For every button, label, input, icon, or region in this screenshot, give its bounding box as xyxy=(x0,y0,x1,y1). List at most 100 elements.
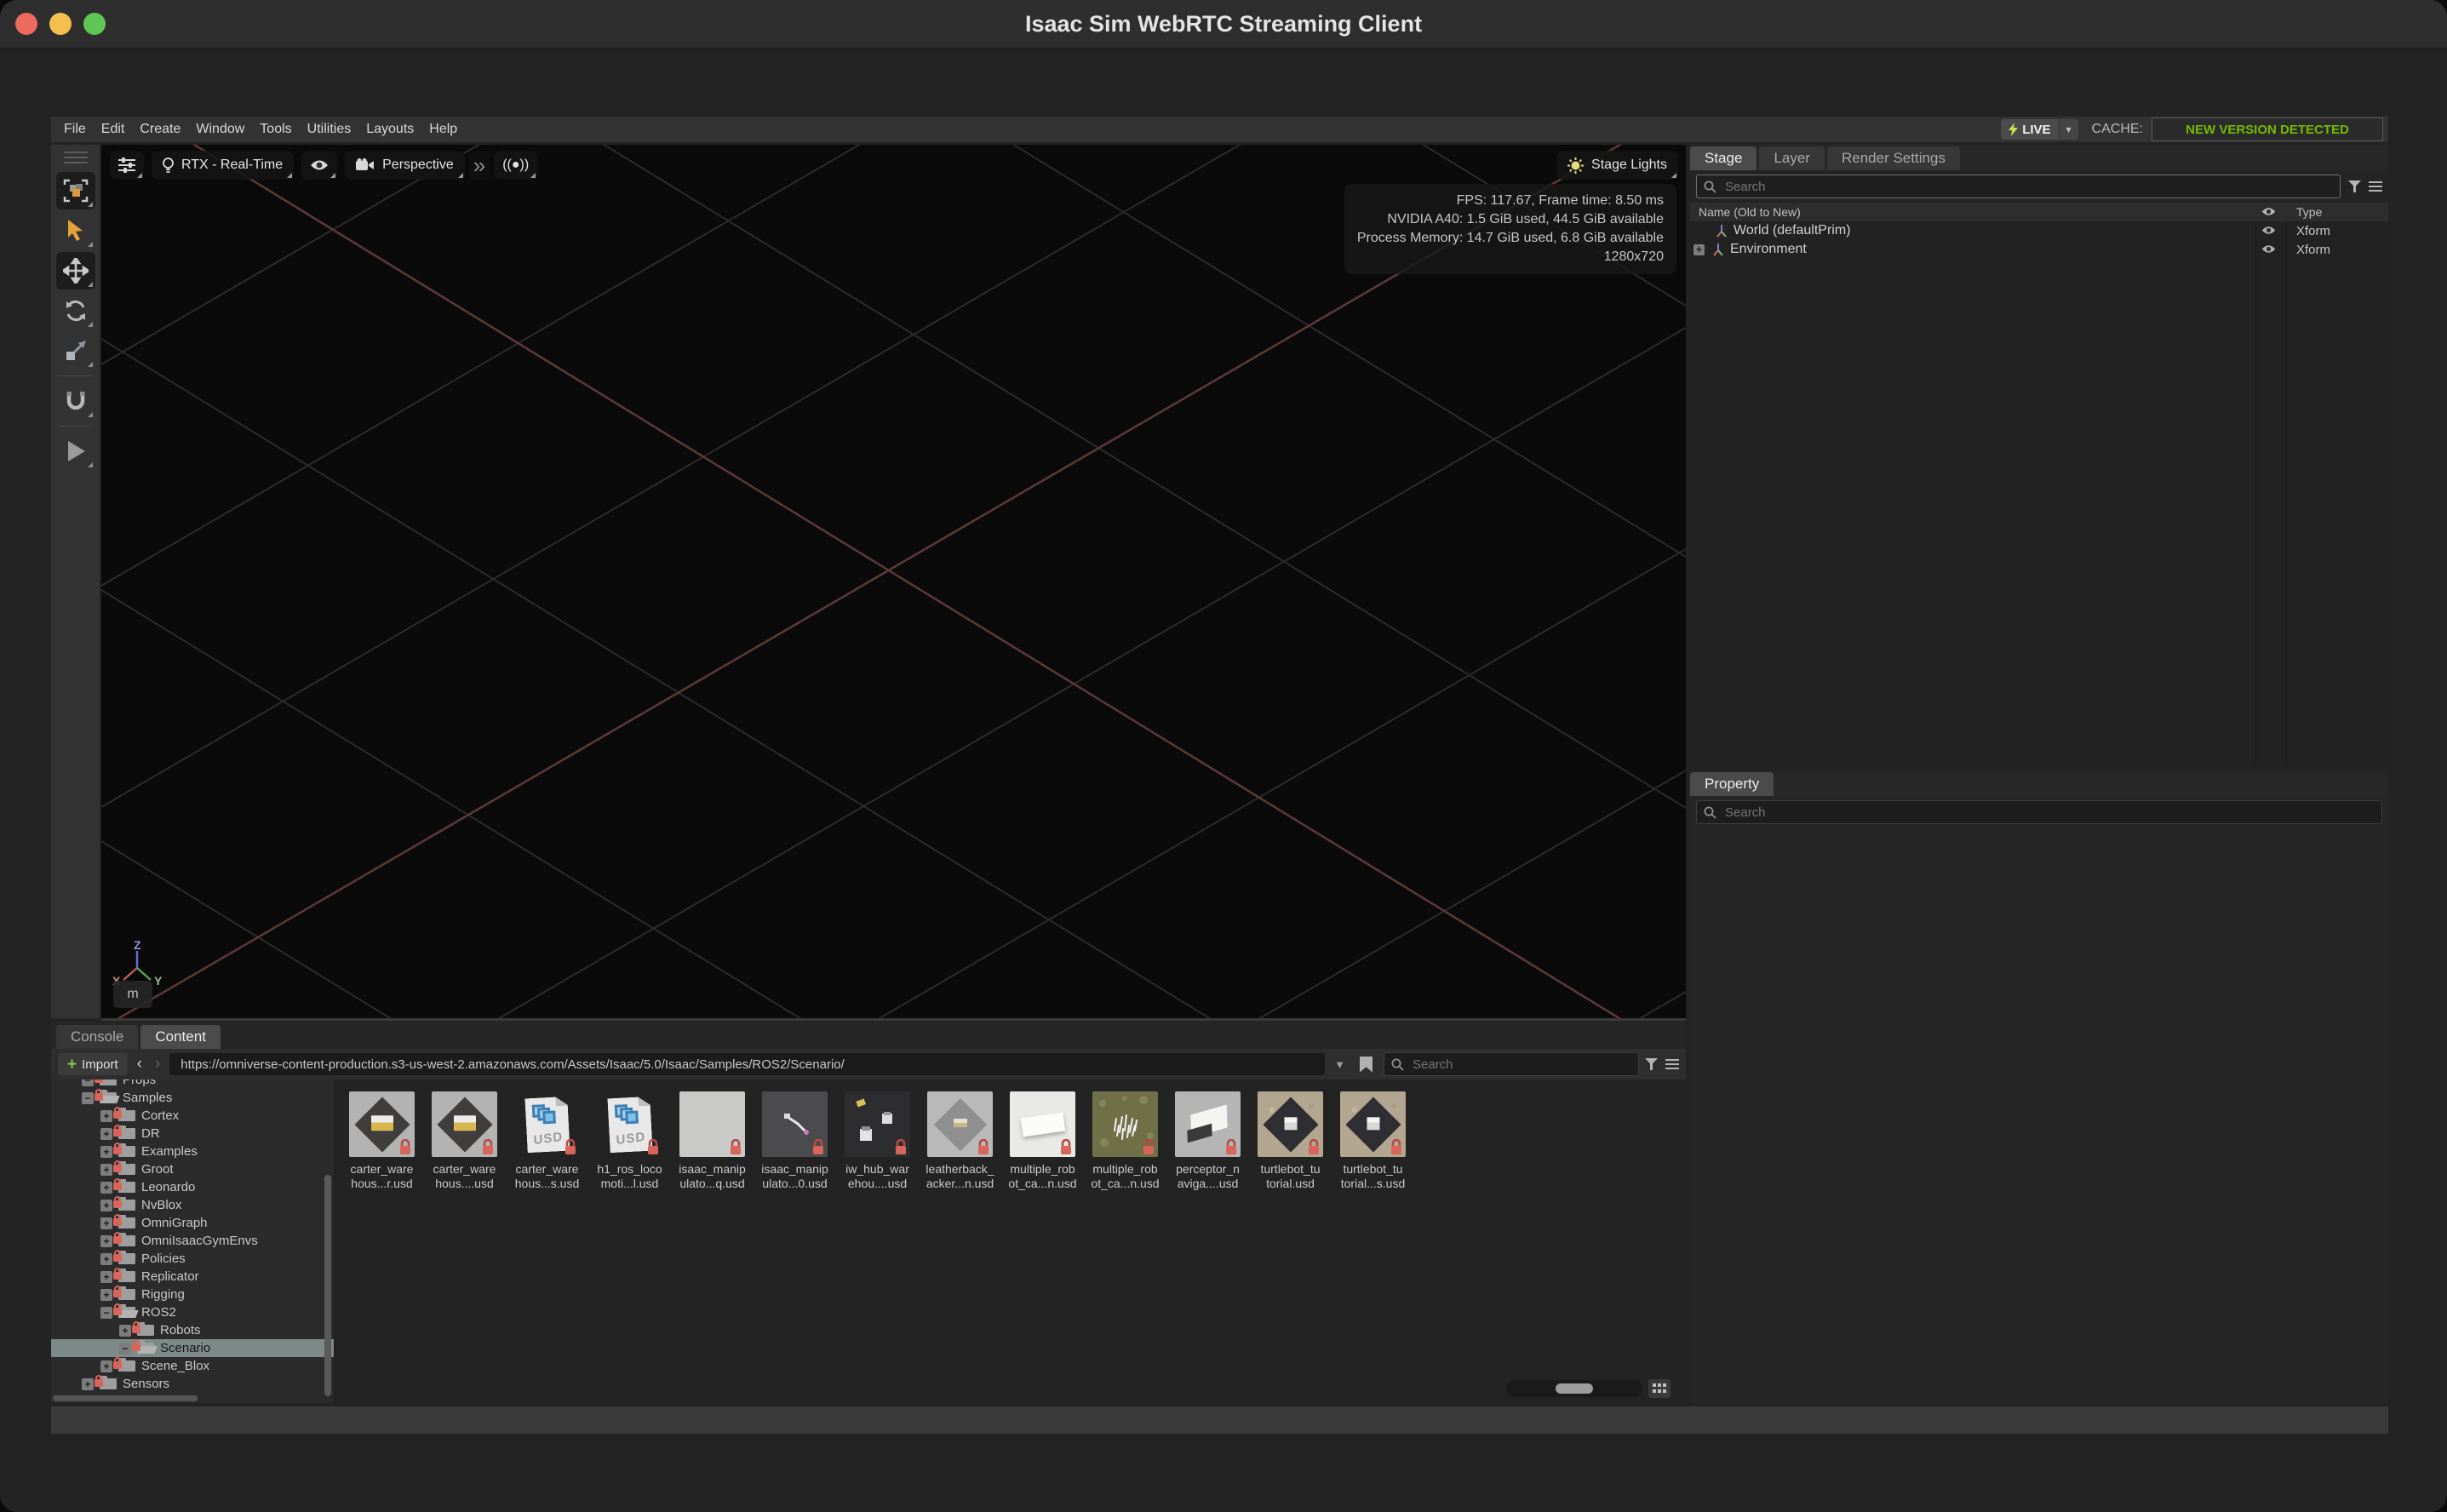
tree-item-ros2[interactable]: − ROS2 xyxy=(51,1303,334,1321)
filter-icon[interactable] xyxy=(2348,180,2361,192)
column-type-header[interactable]: Type xyxy=(2296,205,2322,219)
column-visibility-header[interactable] xyxy=(2261,205,2276,219)
expander-icon[interactable]: + xyxy=(100,1200,112,1211)
expander-icon[interactable]: + xyxy=(100,1182,112,1194)
path-input[interactable] xyxy=(179,1057,1315,1073)
tab-render-settings[interactable]: Render Settings xyxy=(1827,146,1960,170)
property-search-box[interactable] xyxy=(1696,800,2382,824)
tree-item-sensors[interactable]: + Sensors xyxy=(51,1375,334,1393)
tree-item-omnigraph[interactable]: + OmniGraph xyxy=(51,1214,334,1232)
tab-content[interactable]: Content xyxy=(140,1025,221,1049)
expander-icon[interactable]: + xyxy=(100,1217,112,1229)
content-search-input[interactable] xyxy=(1411,1057,1631,1073)
tree-item-scene-blox[interactable]: + Scene_Blox xyxy=(51,1357,334,1375)
tree-item-samples[interactable]: − Samples xyxy=(51,1089,334,1107)
live-button[interactable]: LIVE xyxy=(2001,119,2058,140)
file-tile[interactable]: leatherback_acker...n.usd xyxy=(927,1091,993,1191)
zoom-slider-thumb[interactable] xyxy=(1556,1383,1593,1394)
menu-layouts[interactable]: Layouts xyxy=(358,122,421,137)
tree-item-omniisaacgymenvs[interactable]: + OmniIsaacGymEnvs xyxy=(51,1232,334,1250)
expander-icon[interactable]: + xyxy=(1693,244,1705,255)
tree-item-scenario[interactable]: − Scenario xyxy=(51,1339,334,1357)
menu-help[interactable]: Help xyxy=(421,122,465,137)
tree-item-props[interactable]: − Props xyxy=(51,1080,334,1089)
play-button[interactable] xyxy=(56,432,95,470)
file-tile[interactable]: isaac_manipulato...q.usd xyxy=(679,1091,745,1191)
expander-icon[interactable]: + xyxy=(119,1325,131,1337)
scale-tool-button[interactable] xyxy=(56,332,95,369)
expander-icon[interactable]: + xyxy=(100,1360,112,1372)
viewport[interactable]: RTX - Real-Time Perspective » ((●)) xyxy=(101,145,1686,1021)
tree-item-groot[interactable]: + Groot xyxy=(51,1160,334,1178)
file-tile[interactable]: perceptor_naviga....usd xyxy=(1175,1091,1241,1191)
toolbar-overflow-chevrons[interactable]: » xyxy=(469,151,490,180)
menu-edit[interactable]: Edit xyxy=(94,122,133,137)
expander-icon[interactable]: − xyxy=(82,1080,94,1086)
stage-search-box[interactable] xyxy=(1696,175,2341,198)
tree-item-policies[interactable]: + Policies xyxy=(51,1250,334,1268)
expander-icon[interactable]: − xyxy=(119,1343,131,1354)
tree-horizontal-scrollbar[interactable] xyxy=(53,1395,198,1401)
expander-icon[interactable]: + xyxy=(100,1271,112,1283)
renderer-selector[interactable]: RTX - Real-Time xyxy=(152,151,294,180)
file-tile[interactable]: carter_warehous...r.usd xyxy=(349,1091,415,1191)
live-dropdown-button[interactable]: ▾ xyxy=(2059,119,2078,140)
expander-icon[interactable]: + xyxy=(82,1378,94,1390)
units-badge[interactable]: m xyxy=(113,981,152,1008)
expander-icon[interactable]: + xyxy=(100,1289,112,1301)
file-tile[interactable]: iw_hub_warehou....usd xyxy=(845,1091,910,1191)
options-menu-icon[interactable] xyxy=(2369,181,2382,183)
viewport-settings-button[interactable] xyxy=(110,151,144,180)
snap-tool-button[interactable] xyxy=(56,382,95,420)
tab-stage[interactable]: Stage xyxy=(1690,146,1756,170)
back-button[interactable]: ‹ xyxy=(134,1055,146,1074)
tab-console[interactable]: Console xyxy=(56,1025,138,1049)
file-tile[interactable]: USD carter_warehous...s.usd xyxy=(514,1091,580,1191)
stage-search-input[interactable] xyxy=(1723,179,2333,195)
filter-icon[interactable] xyxy=(1645,1058,1658,1070)
expander-icon[interactable]: + xyxy=(100,1128,112,1140)
expander-icon[interactable]: − xyxy=(82,1092,94,1104)
tree-item-replicator[interactable]: + Replicator xyxy=(51,1268,334,1286)
menu-window[interactable]: Window xyxy=(188,122,252,137)
file-tile[interactable]: multiple_robot_ca...n.usd xyxy=(1092,1091,1158,1191)
file-tile[interactable]: USD h1_ros_locomoti...l.usd xyxy=(597,1091,662,1191)
tree-item-cortex[interactable]: + Cortex xyxy=(51,1107,334,1125)
tree-item-rigging[interactable]: + Rigging xyxy=(51,1286,334,1303)
path-bar[interactable] xyxy=(169,1053,1325,1075)
selection-mode-button[interactable] xyxy=(56,172,95,209)
grid-view-button[interactable] xyxy=(1648,1379,1670,1398)
import-button[interactable]: + Import xyxy=(58,1053,128,1075)
stage-row-environment[interactable]: + Environment Xform xyxy=(1690,240,2388,259)
visibility-button[interactable] xyxy=(301,151,337,180)
menu-tools[interactable]: Tools xyxy=(252,122,299,137)
expander-icon[interactable]: + xyxy=(100,1146,112,1158)
visibility-eye-icon[interactable] xyxy=(2261,243,2276,258)
tree-item-nvblox[interactable]: + NvBlox xyxy=(51,1196,334,1214)
camera-selector[interactable]: Perspective xyxy=(345,151,465,180)
expander-icon[interactable]: + xyxy=(100,1253,112,1265)
rotate-tool-button[interactable] xyxy=(56,292,95,329)
tab-property[interactable]: Property xyxy=(1690,772,1774,796)
column-name-header[interactable]: Name (Old to New) xyxy=(1699,205,1801,219)
file-tile[interactable]: isaac_manipulato...0.usd xyxy=(762,1091,828,1191)
file-tile[interactable]: turtlebot_tutorial...s.usd xyxy=(1340,1091,1406,1191)
file-tile[interactable]: carter_warehous....usd xyxy=(432,1091,497,1191)
tree-vertical-scrollbar[interactable] xyxy=(324,1175,331,1396)
file-tile[interactable]: turtlebot_tutorial.usd xyxy=(1258,1091,1323,1191)
bookmark-icon[interactable] xyxy=(1360,1057,1372,1073)
tree-item-examples[interactable]: + Examples xyxy=(51,1143,334,1160)
toolbar-drag-handle[interactable] xyxy=(64,152,88,163)
stage-lights-button[interactable]: Stage Lights xyxy=(1556,151,1678,180)
content-search-box[interactable] xyxy=(1384,1052,1639,1076)
expander-icon[interactable]: − xyxy=(100,1307,112,1319)
tab-layer[interactable]: Layer xyxy=(1759,146,1825,170)
menu-create[interactable]: Create xyxy=(132,122,188,137)
menu-file[interactable]: File xyxy=(56,122,94,137)
path-dropdown-button[interactable]: ▼ xyxy=(1331,1058,1349,1071)
move-tool-button[interactable] xyxy=(56,252,95,289)
property-search-input[interactable] xyxy=(1723,805,2375,821)
expander-icon[interactable]: + xyxy=(100,1235,112,1247)
tree-item-dr[interactable]: + DR xyxy=(51,1125,334,1143)
expander-icon[interactable]: + xyxy=(100,1110,112,1122)
